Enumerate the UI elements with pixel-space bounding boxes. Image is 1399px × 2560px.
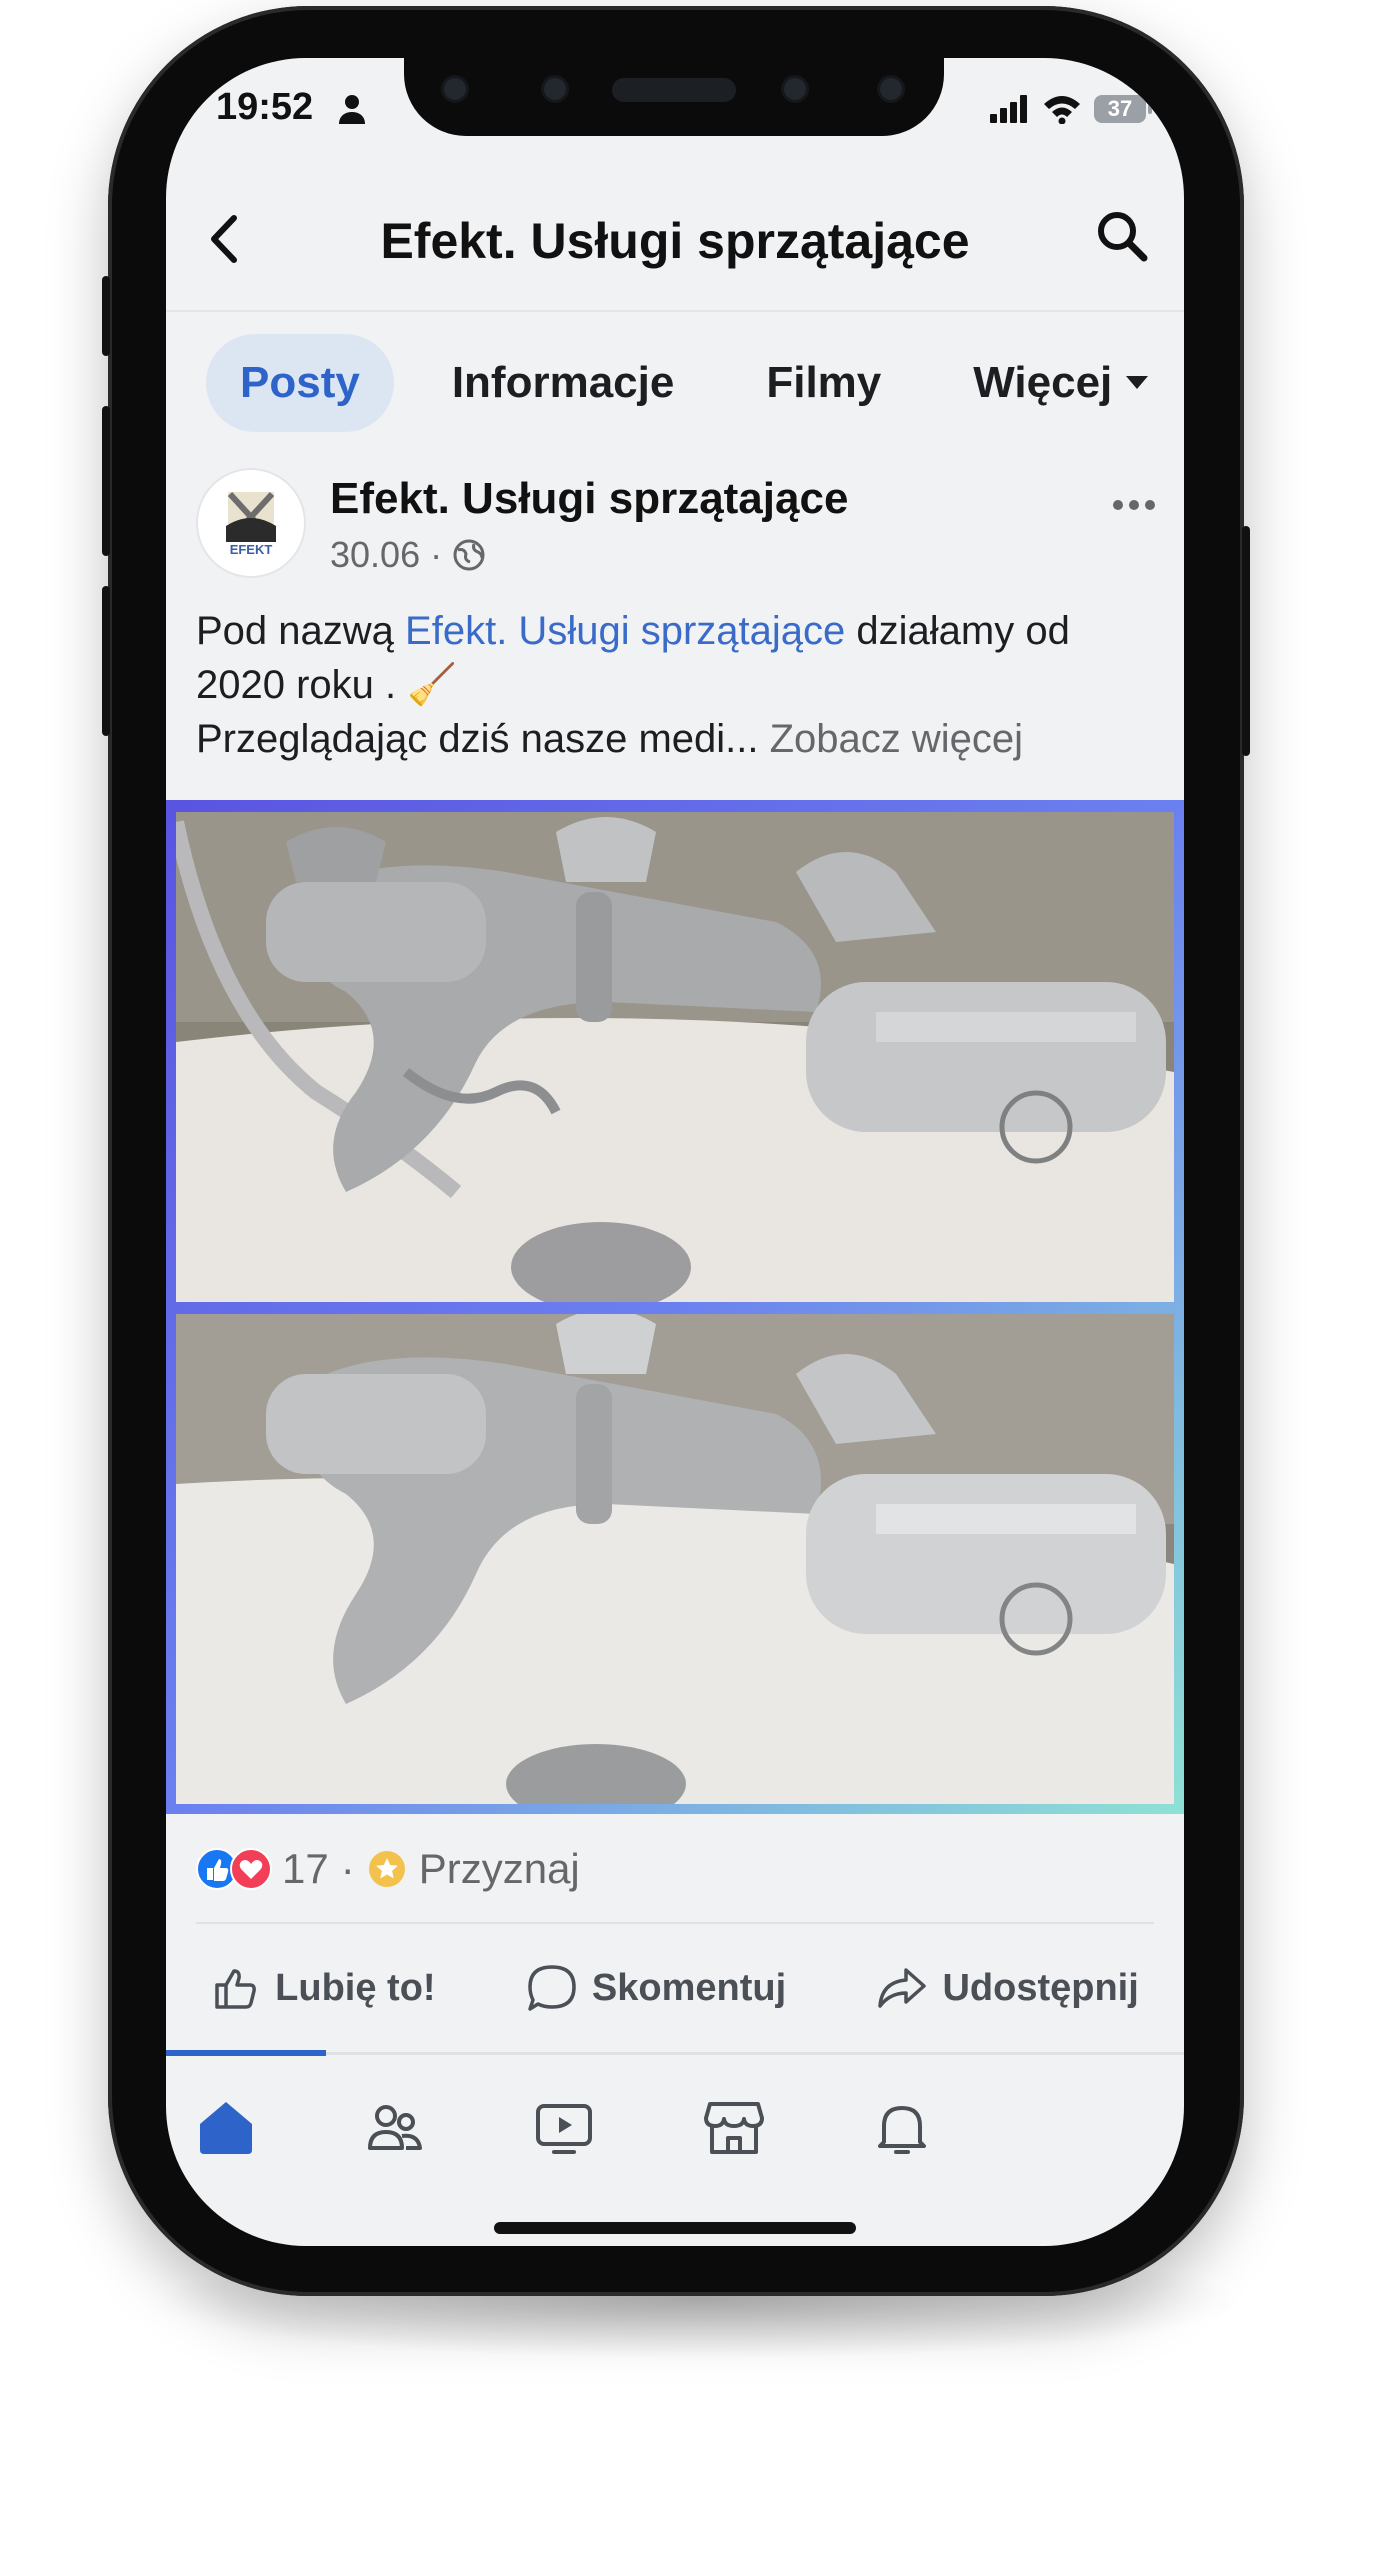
wifi-icon xyxy=(1044,96,1080,124)
broom-emoji: 🧹 xyxy=(407,663,458,707)
page-avatar[interactable]: EFEKT xyxy=(196,468,306,578)
phone-screen: 19:52 37 Efekt. Usługi sprzątające Posty… xyxy=(166,58,1184,2246)
page-title: Efekt. Usługi sprzątające xyxy=(380,213,970,269)
caret-down-icon xyxy=(1126,376,1149,389)
reaction-separator: · xyxy=(340,1845,355,1892)
nav-marketplace[interactable] xyxy=(694,2088,774,2168)
see-more-link[interactable]: Zobacz więcej xyxy=(770,717,1023,761)
video-icon xyxy=(536,2104,592,2154)
star-badge-icon xyxy=(368,1851,405,1887)
page-tabs: Posty Informacje Filmy Więcej xyxy=(206,334,1184,432)
signal-icon xyxy=(990,95,1027,123)
love-reaction-icon xyxy=(230,1848,272,1890)
nav-friends[interactable] xyxy=(354,2088,434,2168)
thumbs-up-icon xyxy=(215,1969,257,2009)
nav-active-indicator xyxy=(166,2050,326,2056)
status-icons: 37 xyxy=(990,94,1152,124)
post-photo[interactable] xyxy=(166,800,1184,1814)
nav-video[interactable] xyxy=(524,2088,604,2168)
volume-up-button xyxy=(102,406,110,556)
bell-icon xyxy=(878,2106,926,2154)
post-options-button[interactable] xyxy=(1112,476,1156,521)
photo-before xyxy=(176,812,1174,1302)
post-date[interactable]: 30.06 xyxy=(330,534,420,576)
post-author[interactable]: Efekt. Usługi sprzątające xyxy=(330,474,848,524)
header-divider xyxy=(166,310,1184,312)
avatar-logo-text: EFEKT xyxy=(229,542,273,557)
search-icon xyxy=(1098,212,1148,262)
nav-notifications[interactable] xyxy=(862,2088,942,2168)
post-header: EFEKT Efekt. Usługi sprzątające 30.06 · xyxy=(196,468,1156,578)
status-time: 19:52 xyxy=(216,86,314,128)
person-icon xyxy=(338,94,366,129)
tab-videos[interactable]: Filmy xyxy=(732,334,915,432)
friends-icon xyxy=(368,2105,422,2150)
globe-icon xyxy=(453,539,485,571)
page-mention-link[interactable]: Efekt. Usługi sprzątające xyxy=(405,609,845,653)
award-button[interactable]: Przyznaj xyxy=(367,1845,580,1893)
sensor-dot xyxy=(444,78,466,100)
page-header: Efekt. Usługi sprzątające xyxy=(166,178,1184,310)
photo-after xyxy=(176,1314,1174,1804)
tab-more[interactable]: Więcej xyxy=(939,334,1182,432)
front-camera xyxy=(880,78,902,100)
tab-posts[interactable]: Posty xyxy=(206,334,394,432)
post-text: Pod nazwą Efekt. Usługi sprzątające dzia… xyxy=(196,609,1070,761)
comment-button[interactable]: Skomentuj xyxy=(526,1963,786,2013)
nav-home[interactable] xyxy=(186,2088,266,2168)
volume-down-button xyxy=(102,586,110,736)
sensor-dot xyxy=(784,78,806,100)
home-indicator[interactable] xyxy=(494,2222,856,2234)
search-button[interactable] xyxy=(1094,208,1150,269)
actions-divider xyxy=(196,1922,1154,1924)
award-label: Przyznaj xyxy=(418,1845,580,1892)
more-dots-icon xyxy=(1113,500,1155,510)
post-meta: 30.06 · xyxy=(330,534,486,576)
comment-bubble-icon xyxy=(528,1965,576,2011)
reaction-count: 17 xyxy=(282,1845,329,1892)
notch xyxy=(404,58,944,136)
meta-separator: · xyxy=(430,534,443,575)
sensor-dot xyxy=(544,78,566,100)
post-actions: Lubię to! Skomentuj Udostępnij xyxy=(166,1938,1184,2038)
like-button[interactable]: Lubię to! xyxy=(211,1963,436,2013)
tab-info[interactable]: Informacje xyxy=(418,334,709,432)
home-icon xyxy=(200,2102,252,2154)
earpiece-speaker xyxy=(612,78,736,102)
mute-switch xyxy=(102,276,110,356)
power-button xyxy=(1242,526,1250,756)
marketplace-icon xyxy=(704,2102,764,2154)
reactions-row: 17 · Przyznaj xyxy=(196,1834,1156,1904)
reactions-button[interactable]: 17 xyxy=(196,1845,329,1893)
share-arrow-icon xyxy=(878,1968,927,2008)
bottom-nav xyxy=(166,2068,1184,2188)
share-button[interactable]: Udostępnij xyxy=(876,1964,1139,2012)
battery-indicator: 37 xyxy=(1094,95,1152,123)
